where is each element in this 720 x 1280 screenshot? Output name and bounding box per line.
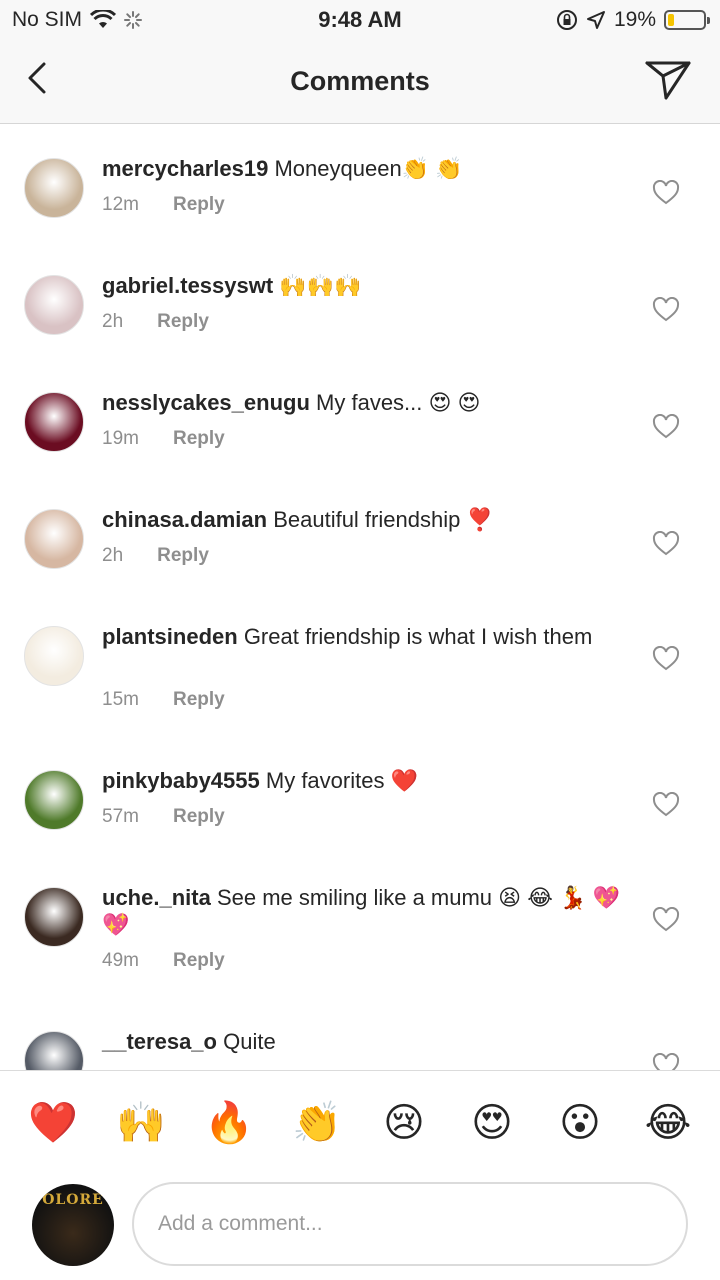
reply-button[interactable]: Reply bbox=[157, 311, 209, 333]
comment-message: Moneyqueen👏 👏 bbox=[274, 156, 463, 181]
comment-meta: 57m Reply bbox=[102, 806, 225, 828]
comment-username[interactable]: chinasa.damian bbox=[102, 507, 267, 532]
emoji-bar: ❤️ 🙌 🔥 👏 😢 😍 😮 😂 bbox=[0, 1070, 720, 1176]
comment-timestamp: 15m bbox=[102, 689, 139, 710]
reply-button[interactable]: Reply bbox=[173, 428, 225, 450]
reply-button[interactable]: Reply bbox=[157, 545, 209, 567]
comment-message: Quite bbox=[223, 1029, 276, 1054]
comment-username[interactable]: pinkybaby4555 bbox=[102, 768, 260, 793]
like-heart-icon[interactable] bbox=[652, 792, 680, 818]
comment-meta: 2h Reply bbox=[102, 311, 209, 333]
my-avatar[interactable]: OLORE bbox=[32, 1184, 114, 1266]
comment-message: My faves... 😍 😍 bbox=[316, 390, 481, 415]
comment-username[interactable]: mercycharles19 bbox=[102, 156, 268, 181]
comment-message: My favorites ❤️ bbox=[265, 768, 418, 793]
comment-row: plantsineden Great friendship is what I … bbox=[0, 592, 720, 732]
quick-emoji-button[interactable]: 😮 bbox=[556, 1099, 604, 1147]
like-heart-icon[interactable] bbox=[652, 180, 680, 206]
comment-username[interactable]: nesslycakes_enugu bbox=[102, 390, 310, 415]
commenter-avatar[interactable] bbox=[24, 887, 84, 947]
comment-text: gabriel.tessyswt 🙌🙌🙌 bbox=[102, 272, 622, 299]
quick-emoji-button[interactable]: 👏 bbox=[292, 1099, 342, 1147]
quick-emoji-button[interactable]: 😢 bbox=[380, 1099, 428, 1147]
quick-emoji-button[interactable]: 🙌 bbox=[116, 1099, 166, 1147]
battery-icon bbox=[664, 10, 710, 30]
comment-meta: 12m Reply bbox=[102, 194, 225, 216]
comment-username[interactable]: gabriel.tessyswt bbox=[102, 273, 273, 298]
comment-timestamp: 2h bbox=[102, 545, 124, 566]
comment-text: uche._nita See me smiling like a mumu 😫 … bbox=[102, 884, 622, 938]
comment-timestamp: 49m bbox=[102, 950, 139, 971]
comment-timestamp: 57m bbox=[102, 806, 139, 827]
status-right: 19% bbox=[556, 8, 710, 32]
comment-timestamp: 2h bbox=[102, 311, 124, 332]
comment-message: Beautiful friendship ❣️ bbox=[273, 507, 494, 532]
comment-text: chinasa.damian Beautiful friendship ❣️ bbox=[102, 506, 622, 533]
comment-username[interactable]: plantsineden bbox=[102, 624, 238, 649]
like-heart-icon[interactable] bbox=[652, 531, 680, 557]
rotation-lock-icon bbox=[556, 10, 577, 30]
comment-text: __teresa_o Quite bbox=[102, 1028, 622, 1055]
comment-timestamp: 19m bbox=[102, 428, 139, 449]
quick-emoji-button[interactable]: 😂 bbox=[644, 1099, 692, 1147]
comment-meta: 19m Reply bbox=[102, 428, 225, 450]
like-heart-icon[interactable] bbox=[652, 414, 680, 440]
reply-button[interactable]: Reply bbox=[173, 689, 225, 711]
comment-message: 🙌🙌🙌 bbox=[279, 273, 362, 298]
battery-level bbox=[668, 14, 674, 26]
comment-username[interactable]: __teresa_o bbox=[102, 1029, 217, 1054]
commenter-avatar[interactable] bbox=[24, 509, 84, 569]
quick-emoji-button[interactable]: ❤️ bbox=[28, 1099, 78, 1147]
comment-text: plantsineden Great friendship is what I … bbox=[102, 623, 622, 650]
comment-timestamp: 12m bbox=[102, 194, 139, 215]
avatar-logo-text: OLORE bbox=[42, 1192, 104, 1208]
comment-row: __teresa_o Quite bbox=[0, 997, 720, 1070]
compose-bar: OLORE bbox=[0, 1176, 720, 1280]
commenter-avatar[interactable] bbox=[24, 158, 84, 218]
quick-emoji-button[interactable]: 🔥 bbox=[204, 1099, 254, 1147]
location-arrow-icon bbox=[586, 11, 605, 29]
battery-percent: 19% bbox=[613, 8, 656, 31]
like-heart-icon[interactable] bbox=[652, 646, 680, 672]
comment-row: uche._nita See me smiling like a mumu 😫 … bbox=[0, 853, 720, 993]
comment-meta: 2h Reply bbox=[102, 545, 209, 567]
comment-input[interactable] bbox=[132, 1182, 688, 1266]
header: Comments bbox=[0, 40, 720, 124]
comment-text: nesslycakes_enugu My faves... 😍 😍 bbox=[102, 389, 622, 416]
comment-username[interactable]: uche._nita bbox=[102, 885, 211, 910]
comment-text: pinkybaby4555 My favorites ❤️ bbox=[102, 767, 622, 794]
reply-button[interactable]: Reply bbox=[173, 194, 225, 216]
commenter-avatar[interactable] bbox=[24, 392, 84, 452]
comment-meta: 15m Reply bbox=[102, 689, 225, 711]
like-heart-icon[interactable] bbox=[652, 907, 680, 933]
commenter-avatar[interactable] bbox=[24, 275, 84, 335]
reply-button[interactable]: Reply bbox=[173, 950, 225, 972]
commenter-avatar[interactable] bbox=[24, 626, 84, 686]
commenter-avatar[interactable] bbox=[24, 770, 84, 830]
comment-text: mercycharles19 Moneyqueen👏 👏 bbox=[102, 155, 622, 182]
comment-message: Great friendship is what I wish them bbox=[243, 624, 593, 649]
quick-emoji-button[interactable]: 😍 bbox=[468, 1099, 516, 1147]
comment-meta: 49m Reply bbox=[102, 950, 225, 972]
like-heart-icon[interactable] bbox=[652, 1053, 680, 1070]
send-icon[interactable] bbox=[644, 58, 692, 102]
status-bar: No SIM 9:48 AM 19% bbox=[0, 0, 720, 40]
reply-button[interactable]: Reply bbox=[173, 806, 225, 828]
commenter-avatar[interactable] bbox=[24, 1031, 84, 1070]
like-heart-icon[interactable] bbox=[652, 297, 680, 323]
page-title: Comments bbox=[290, 66, 430, 96]
comments-list[interactable]: mercycharles19 Moneyqueen👏 👏 12m Reply gabr… bbox=[0, 124, 720, 1070]
